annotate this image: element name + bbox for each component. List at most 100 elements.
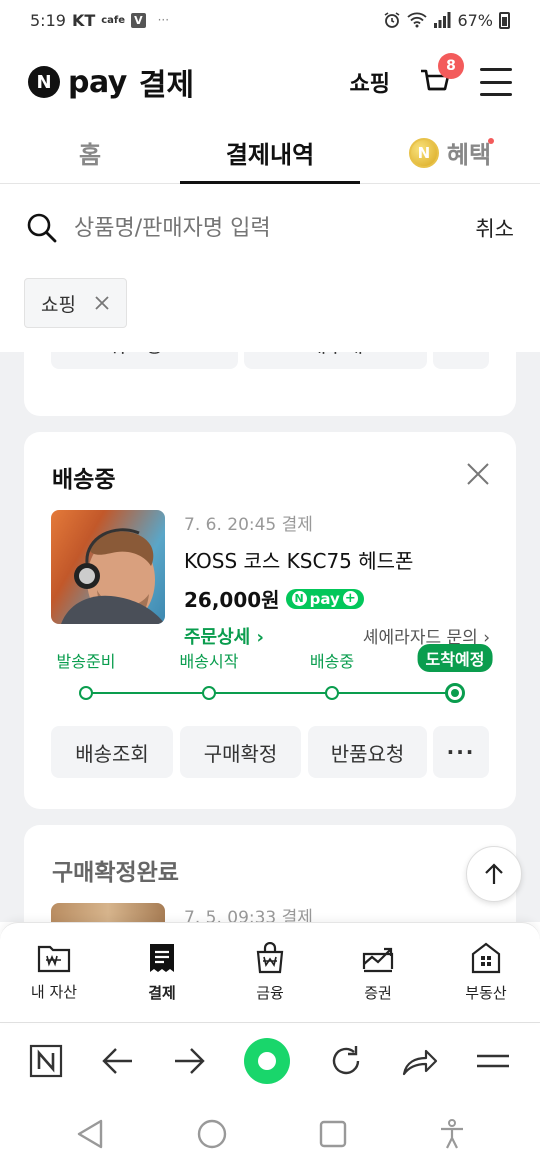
order-list: 취소정보 재구매 ··· 배송중 7. 6. 20:45 결제 KOSS 코스 … [0, 352, 540, 922]
home-icon[interactable] [196, 1118, 228, 1150]
cancel-info-button[interactable]: 취소정보 [51, 352, 238, 369]
new-dot-badge [488, 138, 494, 144]
nav-label: 증권 [364, 984, 392, 1002]
payment-date: 7. 6. 20:45 결제 [184, 515, 313, 535]
order-status-title: 구매확정완료 [52, 860, 179, 886]
back-icon[interactable] [75, 1118, 105, 1150]
return-request-button[interactable]: 반품요청 [308, 726, 427, 778]
cart-count-badge: 8 [438, 53, 464, 79]
nav-label: 내 자산 [30, 983, 78, 1001]
npay-logo[interactable]: N pay 결제 [28, 60, 194, 104]
bottom-navigation: 내 자산 결제 금융 증권 부동산 [0, 922, 540, 1022]
bag-won-icon [256, 942, 284, 974]
scroll-to-top-button[interactable] [466, 846, 522, 902]
more-options-button[interactable]: ··· [433, 726, 489, 778]
order-card-previous: 취소정보 재구매 ··· [24, 352, 516, 416]
step-label-arrival: 도착예정 [417, 644, 493, 672]
product-thumbnail[interactable] [51, 903, 165, 922]
nav-finance[interactable]: 금융 [216, 923, 324, 1022]
product-price-row: 26,000원 N pay + [184, 584, 490, 613]
building-icon [471, 942, 501, 974]
forward-arrow-icon[interactable] [173, 1047, 205, 1075]
product-thumbnail[interactable] [51, 510, 165, 624]
naver-home-icon[interactable] [29, 1044, 63, 1078]
arrow-up-icon [485, 863, 503, 884]
order-status-title: 배송중 [52, 467, 116, 493]
repurchase-button[interactable]: 재구매 [244, 352, 427, 369]
system-navigation [0, 1098, 540, 1170]
carrier-sub: cafe [101, 14, 126, 26]
battery-percent: 67% [457, 10, 493, 30]
recents-icon[interactable] [318, 1119, 348, 1149]
hamburger-menu-icon[interactable] [480, 68, 512, 96]
nav-payment[interactable]: 결제 [108, 923, 216, 1022]
step-dot [325, 686, 339, 700]
progress-line [86, 692, 456, 694]
battery-icon [499, 11, 510, 29]
cart-button[interactable]: 8 [418, 53, 464, 99]
more-options-button[interactable]: ··· [433, 352, 489, 369]
green-dot-button[interactable] [243, 1037, 290, 1084]
nav-label: 부동산 [465, 984, 507, 1002]
carrier: KT [71, 10, 96, 30]
order-card-confirmed: 구매확정완료 7. 5. 09:33 결제 [24, 825, 516, 922]
app-header: N pay 결제 쇼핑 8 [0, 52, 540, 112]
coin-icon: N [408, 137, 439, 168]
close-icon[interactable] [94, 295, 110, 311]
order-card-shipping: 배송중 7. 6. 20:45 결제 KOSS 코스 KSC75 헤드폰 26,… [24, 432, 516, 809]
confirm-purchase-button[interactable]: 구매확정 [180, 726, 301, 778]
delivery-progress: 발송준비 배송시작 배송중 도착예정 [52, 644, 493, 704]
filter-chip-label: 쇼핑 [41, 293, 76, 316]
nav-label: 결제 [148, 984, 176, 1002]
npay-plus-badge: N pay + [285, 588, 364, 609]
signal-icon [434, 12, 451, 28]
payment-date: 7. 5. 09:33 결제 [184, 908, 313, 922]
nav-my-assets[interactable]: 내 자산 [0, 923, 108, 1022]
back-arrow-icon[interactable] [102, 1047, 134, 1075]
plus-icon: + [342, 591, 358, 606]
filter-chip-shopping[interactable]: 쇼핑 [24, 278, 127, 328]
chart-icon [362, 947, 394, 973]
main-tabs: 홈 결제내역 N 혜택 [0, 122, 540, 184]
wifi-icon [407, 12, 428, 28]
nav-stocks[interactable]: 증권 [324, 923, 432, 1022]
nav-label: 금융 [256, 984, 284, 1002]
step-dot-current [445, 683, 465, 703]
tab-home[interactable]: 홈 [0, 122, 180, 183]
status-bar: 5:19 KT cafe V ··· 67% [0, 0, 540, 40]
accessibility-icon[interactable] [439, 1118, 465, 1150]
npay-badge-label: pay [309, 589, 340, 608]
naver-n-icon: N [28, 66, 60, 98]
page-title: 결제 [138, 68, 195, 103]
shopping-link[interactable]: 쇼핑 [350, 66, 390, 98]
product-info: 7. 6. 20:45 결제 KOSS 코스 KSC75 헤드폰 26,000원… [184, 510, 490, 649]
product-price: 26,000원 [184, 588, 280, 612]
alarm-icon [384, 12, 400, 28]
more-notifications: ··· [157, 13, 170, 27]
nav-real-estate[interactable]: 부동산 [432, 923, 540, 1022]
product-name[interactable]: KOSS 코스 KSC75 헤드폰 [184, 545, 490, 574]
step-label-in-transit: 배송중 [309, 652, 355, 671]
tab-payment-history[interactable]: 결제내역 [180, 122, 360, 184]
step-label-shipped: 배송시작 [179, 652, 239, 671]
app-badge: V [131, 12, 146, 28]
logo-pay-text: pay [68, 64, 127, 100]
refresh-icon[interactable] [329, 1044, 363, 1078]
search-cancel-button[interactable]: 취소 [475, 213, 514, 243]
tab-benefits-label: 혜택 [446, 141, 492, 169]
share-icon[interactable] [402, 1046, 438, 1076]
search-icon [27, 213, 57, 243]
receipt-icon [150, 944, 174, 972]
search-input[interactable] [74, 215, 476, 241]
search-bar: 취소 [0, 200, 540, 256]
menu-icon[interactable] [476, 1051, 510, 1071]
step-dot [202, 686, 216, 700]
tab-benefits[interactable]: N 혜택 [360, 122, 540, 183]
close-icon[interactable] [466, 462, 490, 486]
track-delivery-button[interactable]: 배송조회 [51, 726, 173, 778]
tab-home-label: 홈 [78, 141, 102, 169]
folder-won-icon [37, 945, 71, 973]
clock: 5:19 [30, 10, 66, 30]
product-image [61, 528, 165, 624]
step-label-prepare: 발송준비 [56, 652, 116, 671]
